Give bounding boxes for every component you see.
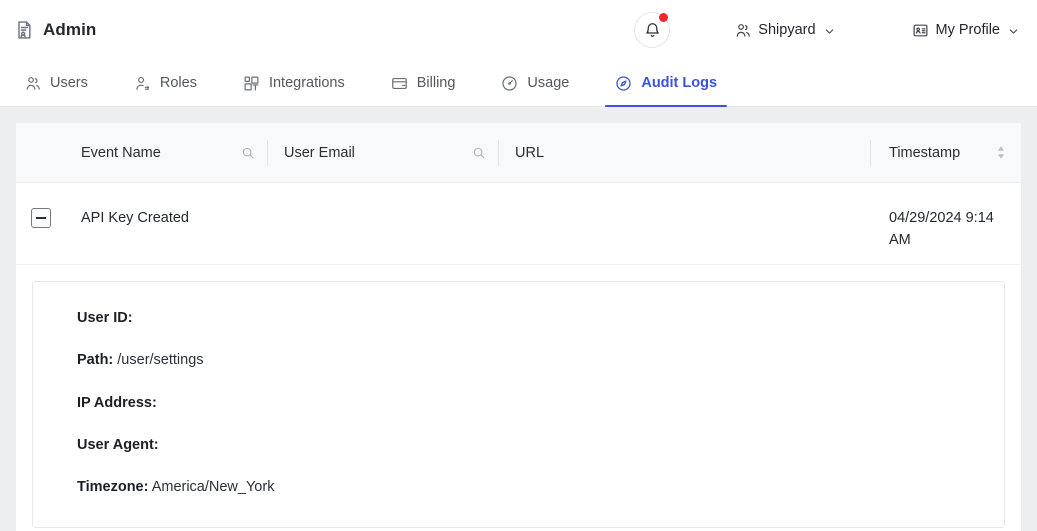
minus-icon — [35, 217, 46, 219]
header-label-timestamp: Timestamp — [889, 144, 961, 161]
credit-card-icon — [391, 75, 408, 92]
topbar-actions: Shipyard My Profile — [634, 12, 1021, 48]
chevron-down-icon — [824, 25, 835, 36]
tab-integrations[interactable]: Integrations — [229, 60, 359, 106]
tab-usage[interactable]: Usage — [487, 60, 583, 106]
header-cell-expander — [16, 123, 65, 182]
tab-integrations-label: Integrations — [268, 75, 345, 91]
brand: Admin — [14, 20, 96, 40]
notifications-button[interactable] — [634, 12, 671, 48]
notification-badge — [659, 13, 669, 22]
tab-billing-label: Billing — [416, 75, 456, 91]
detail-row-ip-address: IP Address: — [77, 393, 978, 413]
admin-audit-logs-page: Admin Shipyard My Profile Users Roles In… — [0, 0, 1037, 531]
tab-users[interactable]: Users — [10, 60, 102, 106]
header-cell-timestamp[interactable]: Timestamp — [871, 123, 1021, 182]
tab-usage-label: Usage — [527, 75, 570, 91]
top-bar: Admin Shipyard My Profile — [0, 0, 1037, 60]
detail-label-user-agent: User Agent: — [77, 436, 159, 453]
row-expand-toggle-button[interactable] — [30, 208, 51, 228]
org-switcher-button[interactable]: Shipyard — [732, 18, 836, 43]
detail-row-path: Path: /user/settings — [77, 350, 978, 370]
detail-label-timezone: Timezone: — [77, 479, 149, 496]
org-switcher-label: Shipyard — [758, 22, 816, 38]
detail-label-path: Path: — [77, 352, 114, 369]
detail-label-ip-address: IP Address: — [77, 394, 157, 411]
sort-icon[interactable] — [995, 145, 1007, 160]
tab-billing[interactable]: Billing — [377, 60, 470, 106]
tab-roles-label: Roles — [159, 75, 197, 91]
profile-menu-button[interactable]: My Profile — [910, 18, 1021, 43]
bell-icon — [644, 22, 661, 39]
detail-label-user-id: User ID: — [77, 310, 133, 326]
detail-value-timezone: America/New_York — [151, 479, 275, 496]
header-label-url: URL — [515, 144, 545, 161]
document-person-icon — [14, 20, 34, 40]
content-area: Event Name User Email URL Timestamp API … — [0, 107, 1037, 531]
header-cell-event-name[interactable]: Event Name — [65, 123, 267, 182]
header-cell-user-email[interactable]: User Email — [268, 123, 498, 182]
header-label-event-name: Event Name — [81, 144, 161, 161]
detail-row-user-agent: User Agent: — [77, 435, 978, 455]
tab-audit-logs-label: Audit Logs — [641, 75, 718, 91]
header-label-user-email: User Email — [284, 144, 355, 161]
profile-menu-label: My Profile — [935, 22, 1000, 38]
cell-event-name: API Key Created — [81, 210, 189, 226]
row-detail-card: User ID: Path: /user/settings IP Address… — [32, 281, 1005, 529]
blocks-icon — [243, 75, 260, 92]
detail-value-path: /user/settings — [117, 352, 204, 369]
compass-icon — [615, 75, 632, 92]
row-detail-wrapper: User ID: Path: /user/settings IP Address… — [16, 265, 1021, 531]
detail-row-user-id: User ID: — [77, 308, 978, 328]
page-title: Admin — [43, 20, 97, 39]
search-icon[interactable] — [241, 146, 255, 160]
tab-users-label: Users — [50, 75, 88, 91]
table-row[interactable]: API Key Created 04/29/2024 9:14 AM — [16, 183, 1021, 265]
people-icon — [24, 75, 41, 92]
tab-bar: Users Roles Integrations Billing Usage A… — [0, 60, 1037, 107]
id-card-icon — [912, 22, 929, 39]
chevron-down-icon — [1008, 25, 1019, 36]
tab-roles[interactable]: Roles — [120, 60, 211, 106]
people-icon — [734, 22, 751, 39]
search-icon[interactable] — [472, 146, 486, 160]
gauge-icon — [501, 75, 518, 92]
row-expander-cell — [16, 207, 65, 228]
audit-logs-table: Event Name User Email URL Timestamp API … — [16, 123, 1021, 531]
detail-row-timezone: Timezone: America/New_York — [77, 477, 978, 497]
cell-timestamp: 04/29/2024 9:14 AM — [889, 210, 994, 249]
table-header-row: Event Name User Email URL Timestamp — [16, 123, 1021, 183]
header-cell-url[interactable]: URL — [499, 123, 870, 182]
user-gear-icon — [134, 75, 151, 92]
tab-audit-logs[interactable]: Audit Logs — [601, 60, 731, 107]
